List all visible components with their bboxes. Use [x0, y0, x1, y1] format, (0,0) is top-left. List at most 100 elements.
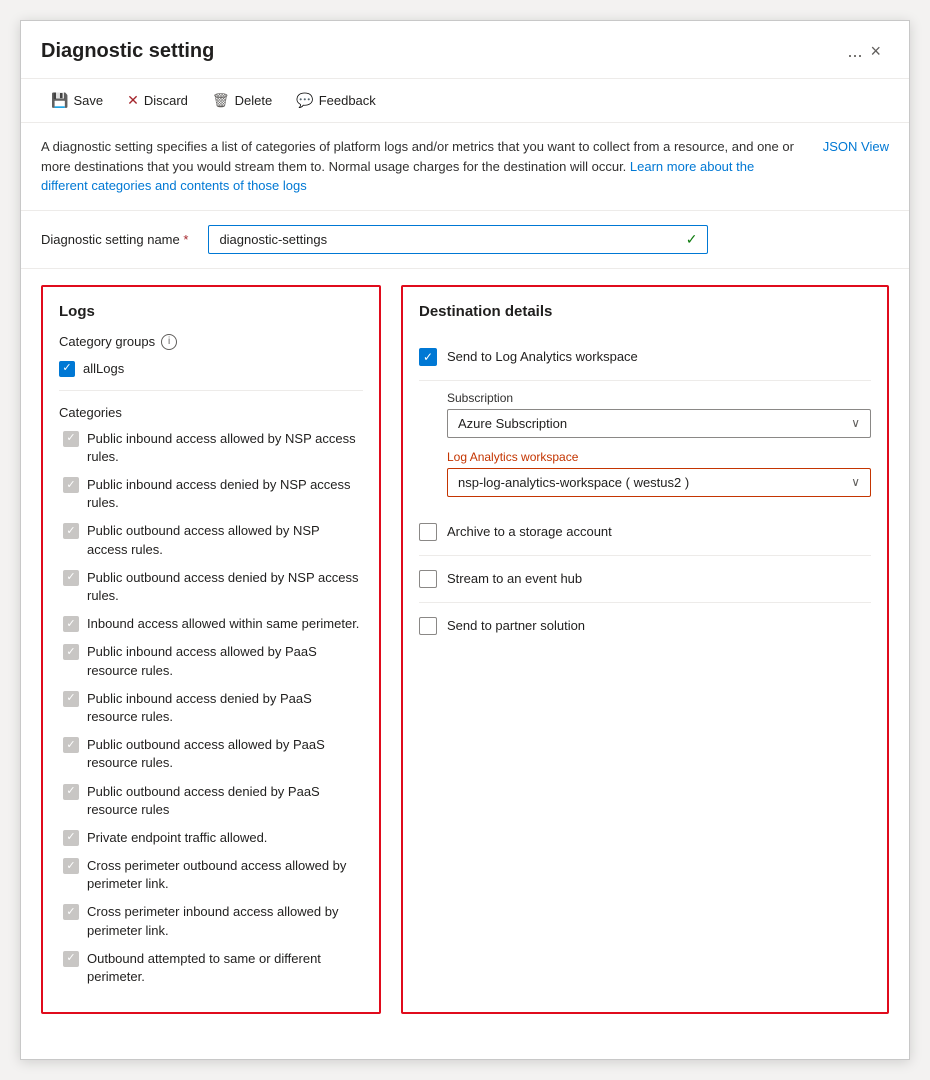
feedback-label: Feedback [319, 93, 376, 108]
list-item: Cross perimeter outbound access allowed … [63, 857, 363, 893]
feedback-icon: 💬 [296, 92, 313, 109]
list-item: Outbound attempted to same or different … [63, 950, 363, 986]
destination-panel: Destination details Send to Log Analytic… [401, 285, 889, 1015]
logs-panel-title: Logs [59, 303, 363, 320]
save-label: Save [73, 93, 103, 108]
discard-label: Discard [144, 93, 188, 108]
category-checkbox-10[interactable] [63, 858, 79, 874]
check-mark-icon: ✓ [686, 231, 698, 248]
close-button[interactable]: × [862, 37, 889, 66]
dialog-title: Diagnostic setting [41, 40, 837, 63]
list-item: Public outbound access denied by PaaS re… [63, 783, 363, 819]
delete-icon: 🗑 [212, 92, 230, 109]
partner-solution-option: Send to partner solution [419, 603, 871, 649]
log-analytics-sub-fields: Subscription Azure Subscription ∨ Log An… [447, 391, 871, 497]
log-analytics-label: Send to Log Analytics workspace [447, 349, 638, 364]
category-checkbox-8[interactable] [63, 784, 79, 800]
category-label-4: Inbound access allowed within same perim… [87, 615, 359, 633]
separator-1 [59, 390, 363, 391]
setting-name-row: Diagnostic setting name * diagnostic-set… [21, 211, 909, 269]
event-hub-option: Stream to an event hub [419, 556, 871, 603]
description-text: A diagnostic setting specifies a list of… [41, 137, 823, 196]
event-hub-checkbox[interactable] [419, 570, 437, 588]
all-logs-label: allLogs [83, 360, 124, 378]
category-checkbox-3[interactable] [63, 570, 79, 586]
subscription-label: Subscription [447, 391, 871, 405]
discard-button[interactable]: ✕ Discard [117, 87, 198, 114]
destination-panel-title: Destination details [419, 303, 871, 320]
list-item: Public outbound access allowed by PaaS r… [63, 736, 363, 772]
category-label-11: Cross perimeter inbound access allowed b… [87, 903, 363, 939]
workspace-chevron-icon: ∨ [851, 475, 860, 489]
logs-panel: Logs Category groups i allLogs Categorie… [41, 285, 381, 1015]
log-analytics-checkbox[interactable] [419, 348, 437, 366]
category-checkbox-4[interactable] [63, 616, 79, 632]
json-view-link[interactable]: JSON View [823, 137, 889, 157]
all-logs-item: allLogs [59, 360, 363, 378]
category-label-2: Public outbound access allowed by NSP ac… [87, 522, 363, 558]
setting-name-label: Diagnostic setting name * [41, 232, 188, 247]
required-star: * [183, 232, 188, 247]
category-checkbox-1[interactable] [63, 477, 79, 493]
category-label-3: Public outbound access denied by NSP acc… [87, 569, 363, 605]
setting-name-value[interactable]: diagnostic-settings [219, 232, 327, 247]
workspace-select[interactable]: nsp-log-analytics-workspace ( westus2 ) … [447, 468, 871, 497]
category-label-0: Public inbound access allowed by NSP acc… [87, 430, 363, 466]
subscription-chevron-icon: ∨ [851, 416, 860, 430]
all-logs-checkbox[interactable] [59, 361, 75, 377]
category-checkbox-11[interactable] [63, 904, 79, 920]
diagnostic-setting-dialog: Diagnostic setting ... × 💾 Save ✕ Discar… [20, 20, 910, 1060]
category-checkbox-2[interactable] [63, 523, 79, 539]
category-groups-label: Category groups [59, 334, 155, 349]
category-label-10: Cross perimeter outbound access allowed … [87, 857, 363, 893]
discard-icon: ✕ [127, 92, 139, 109]
partner-checkbox[interactable] [419, 617, 437, 635]
list-item: Public outbound access allowed by NSP ac… [63, 522, 363, 558]
category-checkbox-12[interactable] [63, 951, 79, 967]
setting-name-input-wrapper: diagnostic-settings ✓ [208, 225, 708, 254]
save-button[interactable]: 💾 Save [41, 87, 113, 114]
list-item: Public inbound access denied by PaaS res… [63, 690, 363, 726]
category-label-9: Private endpoint traffic allowed. [87, 829, 267, 847]
event-hub-label: Stream to an event hub [447, 571, 582, 586]
category-checkbox-9[interactable] [63, 830, 79, 846]
log-analytics-option: Send to Log Analytics workspace [419, 334, 871, 381]
categories-label: Categories [59, 405, 363, 420]
main-content: Logs Category groups i allLogs Categorie… [21, 269, 909, 1031]
save-icon: 💾 [51, 92, 68, 109]
category-label-8: Public outbound access denied by PaaS re… [87, 783, 363, 819]
categories-section: Categories Public inbound access allowed… [59, 405, 363, 987]
category-label-12: Outbound attempted to same or different … [87, 950, 363, 986]
list-item: Cross perimeter inbound access allowed b… [63, 903, 363, 939]
category-label-6: Public inbound access denied by PaaS res… [87, 690, 363, 726]
list-item: Public outbound access denied by NSP acc… [63, 569, 363, 605]
list-item: Public inbound access denied by NSP acce… [63, 476, 363, 512]
category-label-7: Public outbound access allowed by PaaS r… [87, 736, 363, 772]
list-item: Inbound access allowed within same perim… [63, 615, 363, 633]
subscription-value: Azure Subscription [458, 416, 567, 431]
category-checkbox-5[interactable] [63, 644, 79, 660]
category-checkbox-7[interactable] [63, 737, 79, 753]
dialog-dots-menu[interactable]: ... [847, 41, 862, 62]
toolbar: 💾 Save ✕ Discard 🗑 Delete 💬 Feedback [21, 79, 909, 123]
dialog-header: Diagnostic setting ... × [21, 21, 909, 79]
delete-button[interactable]: 🗑 Delete [202, 87, 282, 114]
list-item: Private endpoint traffic allowed. [63, 829, 363, 847]
storage-account-option: Archive to a storage account [419, 509, 871, 556]
category-label-1: Public inbound access denied by NSP acce… [87, 476, 363, 512]
feedback-button[interactable]: 💬 Feedback [286, 87, 386, 114]
info-icon[interactable]: i [161, 334, 177, 350]
category-checkbox-0[interactable] [63, 431, 79, 447]
category-checkbox-6[interactable] [63, 691, 79, 707]
storage-label: Archive to a storage account [447, 524, 612, 539]
delete-label: Delete [235, 93, 273, 108]
workspace-label: Log Analytics workspace [447, 450, 871, 464]
storage-checkbox[interactable] [419, 523, 437, 541]
partner-label: Send to partner solution [447, 618, 585, 633]
category-groups-header: Category groups i [59, 334, 363, 350]
list-item: Public inbound access allowed by NSP acc… [63, 430, 363, 466]
subscription-select[interactable]: Azure Subscription ∨ [447, 409, 871, 438]
category-label-5: Public inbound access allowed by PaaS re… [87, 643, 363, 679]
list-item: Public inbound access allowed by PaaS re… [63, 643, 363, 679]
workspace-value: nsp-log-analytics-workspace ( westus2 ) [458, 475, 689, 490]
